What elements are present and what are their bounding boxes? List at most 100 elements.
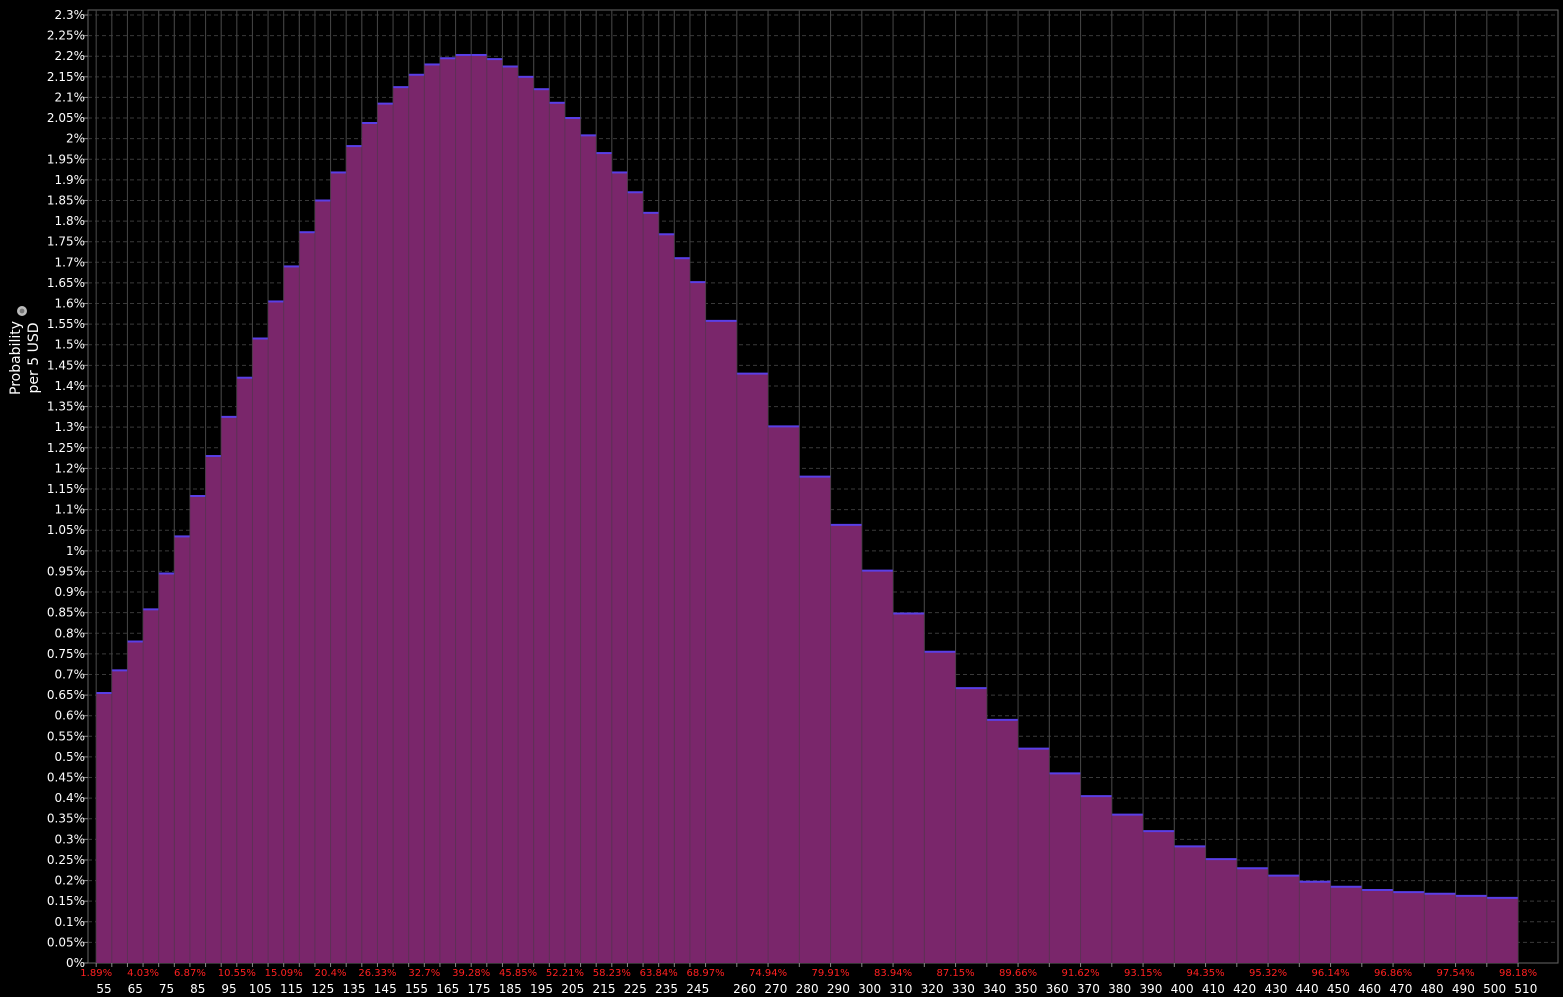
histogram-bar (830, 524, 862, 963)
histogram-bar (361, 122, 378, 963)
cumulative-probability-label: 1.89% (80, 968, 112, 979)
x-tick-label: 440 (1296, 982, 1319, 996)
x-tick-label: 480 (1421, 982, 1444, 996)
x-tick-label: 340 (983, 982, 1006, 996)
histogram-bar (611, 172, 628, 963)
y-tick-label: 0.7% (55, 667, 86, 681)
histogram-bar (893, 613, 925, 963)
histogram-bar (486, 59, 503, 964)
y-tick-label: 1.4% (55, 379, 86, 393)
y-tick-label: 0.55% (47, 729, 85, 743)
x-tick-label: 155 (405, 982, 428, 996)
cumulative-probability-label: 39.28% (452, 968, 490, 979)
x-tick-label: 470 (1389, 982, 1412, 996)
histogram-bar (1361, 890, 1394, 963)
histogram-bar (1455, 895, 1487, 963)
x-tick-label: 390 (1139, 982, 1162, 996)
x-tick-label: 510 (1514, 982, 1537, 996)
x-tick-label: 290 (827, 982, 850, 996)
y-tick-label: 1.65% (47, 276, 85, 290)
x-tick-label: 500 (1483, 982, 1506, 996)
y-tick-label: 0.5% (55, 750, 86, 764)
cumulative-probability-label: 87.15% (936, 968, 974, 979)
x-tick-label: 410 (1202, 982, 1225, 996)
y-tick-label: 2.1% (55, 90, 86, 104)
histogram-bar (1330, 886, 1362, 963)
x-tick-label: 430 (1264, 982, 1287, 996)
y-tick-label: 1.7% (55, 255, 86, 269)
histogram-bar (1143, 831, 1175, 963)
y-tick-label: 0.45% (47, 771, 85, 785)
y-tick-label: 1.25% (47, 441, 85, 455)
x-tick-label: 320 (921, 982, 944, 996)
y-tick-label: 1.2% (55, 461, 86, 475)
cumulative-probability-label: 83.94% (874, 968, 912, 979)
y-tick-label: 0.75% (47, 647, 85, 661)
cumulative-probability-label: 15.09% (265, 968, 303, 979)
histogram-bar (346, 146, 362, 964)
x-tick-label: 135 (343, 982, 366, 996)
histogram-bar (393, 87, 409, 963)
y-tick-label: 0.25% (47, 853, 85, 867)
cumulative-probability-label: 98.18% (1499, 968, 1537, 979)
histogram-bar (533, 89, 550, 964)
histogram-bar (111, 670, 128, 963)
histogram-bar (705, 320, 737, 964)
y-tick-label: 1.3% (55, 420, 86, 434)
x-tick-label: 370 (1077, 982, 1100, 996)
y-tick-label: 2.05% (47, 111, 85, 125)
y-tick-label: 0.4% (55, 791, 86, 805)
histogram-bar (314, 200, 331, 963)
x-tick-label: 330 (952, 982, 975, 996)
x-tick-label: 380 (1108, 982, 1131, 996)
y-tick-label: 1.9% (55, 173, 86, 187)
x-tick-label: 195 (530, 982, 553, 996)
cumulative-probability-label: 74.94% (749, 968, 787, 979)
x-tick-label: 215 (593, 982, 616, 996)
y-axis-label-line2: per 5 USD (26, 323, 42, 394)
histogram-bar (502, 66, 519, 964)
histogram-bar (689, 282, 706, 963)
y-tick-label: 1.85% (47, 193, 85, 207)
y-tick-label: 1.8% (55, 214, 86, 228)
y-tick-label: 0.85% (47, 606, 85, 620)
histogram-bar (1049, 773, 1081, 963)
histogram-bar (424, 64, 440, 963)
x-tick-label: 105 (249, 982, 272, 996)
histogram-bar (299, 232, 315, 964)
y-tick-label: 2.15% (47, 70, 85, 84)
histogram-bar (736, 373, 769, 963)
x-tick-label: 300 (858, 982, 881, 996)
histogram-bar (1268, 875, 1300, 963)
x-tick-label: 225 (624, 982, 647, 996)
cumulative-probability-label: 6.87% (174, 968, 206, 979)
x-tick-label: 280 (796, 982, 819, 996)
x-tick-label: 125 (311, 982, 334, 996)
x-tick-label: 85 (190, 982, 205, 996)
y-tick-label: 0.2% (55, 874, 86, 888)
x-tick-label: 75 (159, 982, 174, 996)
cumulative-probability-label: 63.84% (640, 968, 678, 979)
x-tick-label: 420 (1233, 982, 1256, 996)
histogram-bar (408, 74, 425, 964)
histogram-bar (1393, 892, 1425, 963)
histogram-bar (268, 301, 284, 963)
cumulative-probability-label: 89.66% (999, 968, 1037, 979)
y-tick-label: 0.1% (55, 915, 86, 929)
help-icon[interactable] (17, 306, 27, 316)
y-tick-label: 1.15% (47, 482, 85, 496)
y-tick-label: 1.95% (47, 152, 85, 166)
cumulative-probability-label: 91.62% (1061, 968, 1099, 979)
histogram-bar (455, 54, 472, 963)
x-tick-label: 235 (655, 982, 678, 996)
histogram-bar (549, 102, 565, 964)
x-tick-label: 175 (468, 982, 491, 996)
x-tick-label: 205 (561, 982, 584, 996)
x-tick-label: 165 (436, 982, 459, 996)
histogram-bar (143, 609, 159, 963)
histogram-bar (283, 266, 300, 963)
histogram-bar (1424, 893, 1456, 963)
y-tick-label: 2.3% (55, 8, 86, 22)
histogram-bar (1486, 897, 1519, 963)
x-tick-label: 350 (1014, 982, 1037, 996)
